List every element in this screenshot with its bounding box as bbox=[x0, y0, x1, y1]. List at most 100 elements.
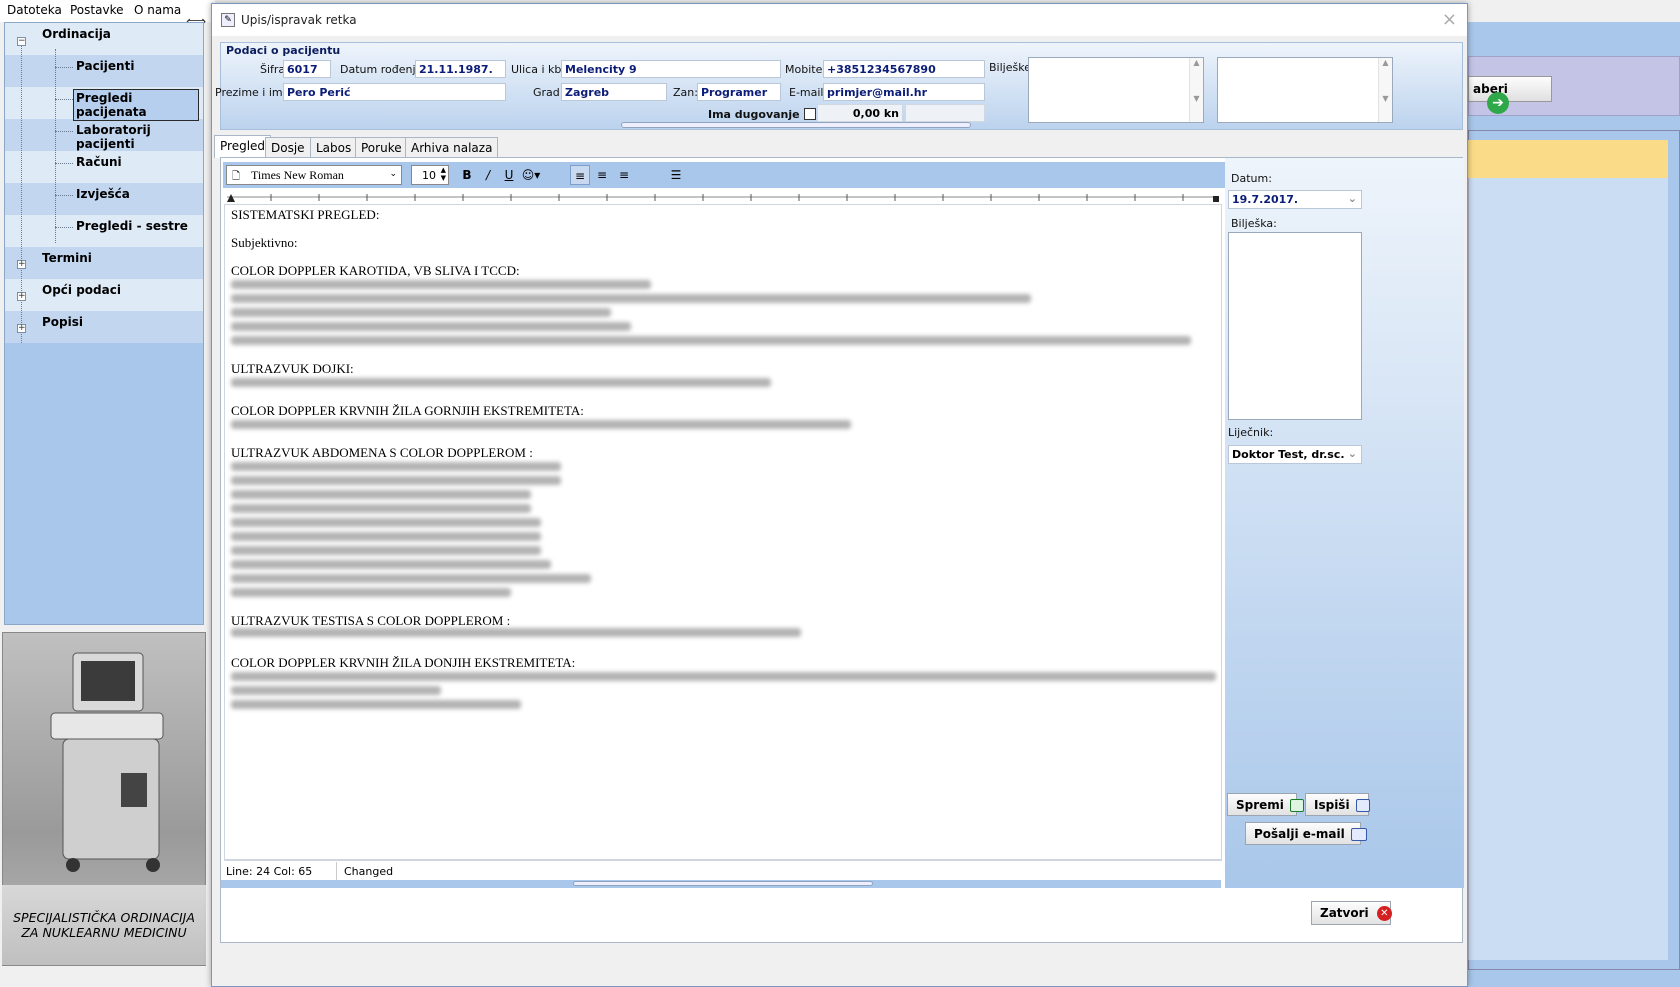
status-line-col: Line: 24 Col: 65 bbox=[226, 865, 313, 878]
redacted-text-line bbox=[231, 322, 631, 331]
scrollbar[interactable]: ▲ ▼ bbox=[1378, 58, 1392, 122]
tab-dosje[interactable]: Dosje bbox=[265, 137, 311, 158]
close-icon[interactable]: × bbox=[1442, 9, 1457, 30]
font-size-stepper[interactable]: 10 ▲ ▼ bbox=[411, 165, 449, 185]
redacted-text-line bbox=[231, 546, 541, 555]
redacted-text-line bbox=[231, 628, 801, 637]
email-field[interactable]: primjer@mail.hr bbox=[823, 83, 985, 101]
doc-heading: ULTRAZVUK ABDOMENA S COLOR DOPPLEROM : bbox=[231, 445, 533, 460]
label-email: E-mail: bbox=[789, 86, 828, 99]
nav-item-laboratorij[interactable]: Laboratorij pacijenti bbox=[76, 123, 203, 151]
stepper-arrows-icon[interactable]: ▲ ▼ bbox=[441, 166, 446, 182]
redacted-text-line bbox=[231, 672, 1216, 681]
grad-field[interactable]: Zagreb bbox=[561, 83, 667, 101]
align-right-icon[interactable]: ≡ bbox=[614, 165, 634, 185]
posalji-email-button[interactable]: Pošalji e-mail bbox=[1245, 822, 1367, 845]
brand-caption: SPECIJALISTIČKA ORDINACIJA ZA NUKLEARNU … bbox=[2, 885, 206, 965]
align-center-icon[interactable]: ≡ bbox=[592, 165, 612, 185]
redacted-text-line bbox=[231, 308, 611, 317]
sifra-field[interactable]: 6017 bbox=[283, 60, 331, 78]
italic-icon[interactable]: / bbox=[478, 165, 498, 185]
splitter-handle[interactable] bbox=[621, 122, 971, 128]
label-zan: Zan: bbox=[673, 86, 698, 99]
nav-item-pregledi-pacijenata[interactable]: Pregledi pacijenata bbox=[76, 91, 203, 119]
nav-item-racuni[interactable]: Računi bbox=[76, 155, 122, 169]
zanimanje-field[interactable]: Programer bbox=[697, 83, 781, 101]
ruler[interactable] bbox=[223, 190, 1223, 204]
redacted-text-line bbox=[231, 476, 561, 485]
prezime-ime-field[interactable]: Pero Perić bbox=[283, 83, 506, 101]
nav-group-popisi[interactable]: Popisi bbox=[42, 315, 83, 329]
expand-icon[interactable]: + bbox=[17, 324, 26, 333]
collapse-icon[interactable]: − bbox=[17, 37, 26, 46]
redacted-text-line bbox=[231, 294, 1031, 303]
lijecnik-select[interactable]: Doktor Test, dr.sc. ⌄ bbox=[1228, 445, 1362, 464]
font-name-select[interactable]: Times New Roman 🗋 ⌄ bbox=[226, 165, 402, 185]
label-grad: Grad: bbox=[533, 86, 564, 99]
doc-heading: ULTRAZVUK DOJKI: bbox=[231, 361, 354, 376]
nav-item-pregledi-sestre[interactable]: Pregledi - sestre bbox=[76, 219, 188, 233]
editor-toolbar: Times New Roman 🗋 ⌄ 10 ▲ ▼ B / U ☺▾ ≡ ≡ ≡ … bbox=[223, 162, 1234, 188]
align-left-icon[interactable]: ≡ bbox=[570, 165, 590, 185]
bullet-list-icon[interactable]: ☰ bbox=[666, 165, 686, 185]
biljeska-memo[interactable] bbox=[1228, 232, 1362, 420]
patient-data-group: Podaci o pacijentu Šifra: 6017 Datum rođ… bbox=[215, 42, 1463, 130]
zatvori-button[interactable]: Zatvori ✕ bbox=[1311, 901, 1392, 925]
expand-icon[interactable]: + bbox=[17, 292, 26, 301]
redacted-text-line bbox=[231, 560, 551, 569]
brand-caption-line2: ZA NUKLEARNU MEDICINU bbox=[21, 925, 187, 940]
bold-icon[interactable]: B bbox=[457, 165, 477, 185]
biljeske-memo[interactable]: ▲ ▼ bbox=[1028, 57, 1204, 123]
background-choose-button[interactable]: aberi ➔ bbox=[1468, 76, 1552, 114]
dialog-titlebar: ✎ Upis/ispravak retka × bbox=[212, 4, 1467, 36]
tab-poruke[interactable]: Poruke bbox=[355, 137, 408, 158]
ima-dugovanje-checkbox[interactable] bbox=[804, 108, 816, 120]
document-body[interactable]: SISTEMATSKI PREGLED: Subjektivno: COLOR DO… bbox=[224, 204, 1222, 860]
menu-settings[interactable]: Postavke bbox=[70, 3, 123, 17]
ulica-field[interactable]: Melencity 9 bbox=[561, 60, 781, 78]
side-panel: Datum: 19.7.2017. ⌄ Bilješka: Liječnik: D… bbox=[1225, 158, 1464, 888]
datum-select[interactable]: 19.7.2017. ⌄ bbox=[1228, 190, 1362, 209]
redacted-text-line bbox=[231, 700, 521, 709]
ultrasound-machine-icon bbox=[50, 652, 164, 872]
menu-about[interactable]: O nama bbox=[134, 3, 181, 17]
doc-heading: SISTEMATSKI PREGLED: bbox=[231, 207, 380, 222]
doc-heading: COLOR DOPPLER KAROTIDA, VB SLIVA I TCCD: bbox=[231, 263, 520, 278]
redacted-text-line bbox=[231, 490, 531, 499]
expand-icon[interactable]: + bbox=[17, 260, 26, 269]
tab-pregled[interactable]: Pregled bbox=[214, 135, 272, 158]
highlight-icon[interactable]: ☺▾ bbox=[521, 165, 541, 185]
splitter-handle[interactable] bbox=[573, 881, 873, 886]
nav-item-pacijenti[interactable]: Pacijenti bbox=[76, 59, 134, 73]
bottom-splitter bbox=[221, 880, 1221, 888]
nav-item-izvjesca[interactable]: Izvješća bbox=[76, 187, 130, 201]
datum-rodenja-field[interactable]: 21.11.1987. bbox=[415, 60, 506, 78]
edit-row-dialog: ✎ Upis/ispravak retka × Podaci o pacijen… bbox=[211, 3, 1468, 987]
edit-document-icon: ✎ bbox=[221, 13, 235, 27]
nav-group-ordinacija[interactable]: Ordinacija bbox=[42, 27, 111, 41]
dug-extra-field bbox=[905, 104, 985, 122]
tab-arhiva-nalaza[interactable]: Arhiva nalaza bbox=[405, 137, 499, 158]
doc-heading: Subjektivno: bbox=[231, 235, 298, 250]
tab-pregled-panel: Times New Roman 🗋 ⌄ 10 ▲ ▼ B / U ☺▾ ≡ ≡ ≡ … bbox=[220, 157, 1464, 943]
biljeske-memo-2[interactable]: ▲ ▼ bbox=[1217, 57, 1393, 123]
status-changed: Changed bbox=[344, 865, 394, 878]
ispisi-button[interactable]: Ispiši bbox=[1305, 793, 1370, 816]
arrow-right-icon: ➔ bbox=[1487, 92, 1509, 114]
chevron-down-icon: ⌄ bbox=[1347, 447, 1357, 460]
label-datum-rodenja: Datum rođenja: bbox=[340, 63, 426, 76]
chevron-down-icon: ⌄ bbox=[389, 168, 397, 178]
mobitel-field[interactable]: +3851234567890 bbox=[823, 60, 985, 78]
brand-caption-line1: SPECIJALISTIČKA ORDINACIJA bbox=[13, 910, 195, 925]
nav-group-termini[interactable]: Termini bbox=[42, 251, 92, 265]
tab-labos[interactable]: Labos bbox=[310, 137, 358, 158]
redacted-text-line bbox=[231, 280, 651, 289]
mail-icon bbox=[1350, 828, 1367, 841]
redacted-text-line bbox=[231, 462, 561, 471]
doc-heading: COLOR DOPPLER KRVNIH ŽILA DONJIH EKSTREM… bbox=[231, 655, 576, 670]
menu-file[interactable]: Datoteka bbox=[7, 3, 62, 17]
scrollbar[interactable]: ▲ ▼ bbox=[1189, 58, 1203, 122]
underline-icon[interactable]: U bbox=[499, 165, 519, 185]
nav-group-opci[interactable]: Opći podaci bbox=[42, 283, 121, 297]
spremi-button[interactable]: Spremi bbox=[1227, 793, 1304, 816]
